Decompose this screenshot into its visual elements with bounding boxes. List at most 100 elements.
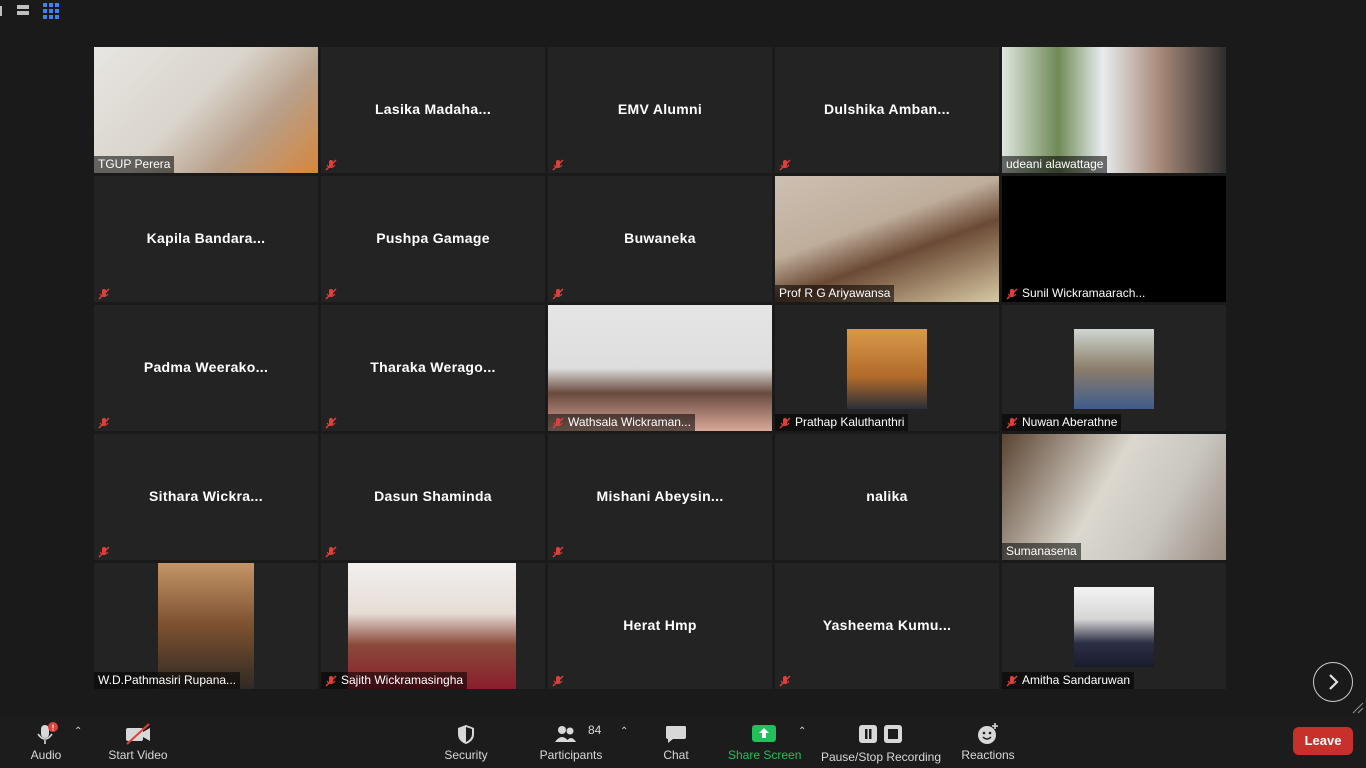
share-screen-label: Share Screen — [728, 748, 802, 762]
participants-count: 84 — [588, 723, 602, 737]
participant-nameplate — [94, 414, 118, 431]
mic-muted-icon — [98, 288, 110, 299]
participant-tile[interactable]: Kapila Bandara... — [94, 176, 318, 302]
participants-options-caret[interactable]: ⌃ — [620, 726, 628, 737]
participant-name-label: Amitha Sandaruwan — [1022, 673, 1131, 687]
participant-name-label: Sumanasena — [1006, 544, 1077, 558]
participant-tile[interactable]: Wathsala Wickraman... — [548, 305, 772, 431]
participant-video — [1002, 434, 1226, 560]
participant-tile[interactable]: Dasun Shaminda — [321, 434, 545, 560]
participant-name-label: udeani alawattage — [1006, 157, 1104, 171]
participant-tile[interactable]: Padma Weerako... — [94, 305, 318, 431]
participant-nameplate — [775, 672, 799, 689]
participant-name-label: Prathap Kaluthanthri — [795, 415, 905, 429]
mic-muted-icon — [552, 546, 564, 557]
gallery-view-icon[interactable] — [43, 3, 59, 19]
participant-display-name: Dulshika Amban... — [824, 101, 950, 117]
participant-name-label: Sajith Wickramasingha — [341, 673, 464, 687]
participant-nameplate: Amitha Sandaruwan — [1002, 672, 1135, 689]
participant-nameplate — [321, 414, 345, 431]
participant-video — [548, 305, 772, 431]
participant-tile[interactable]: Yasheema Kumu... — [775, 563, 999, 689]
mic-muted-icon — [552, 159, 564, 170]
participant-tile[interactable]: W.D.Pathmasiri Rupana... — [94, 563, 318, 689]
participant-tile[interactable]: Dulshika Amban... — [775, 47, 999, 173]
reactions-label: Reactions — [961, 748, 1015, 762]
participant-tile[interactable]: Sajith Wickramasingha — [321, 563, 545, 689]
top-bar — [0, 0, 1366, 24]
resize-handle-icon[interactable] — [1350, 700, 1364, 714]
participant-tile[interactable]: Tharaka Werago... — [321, 305, 545, 431]
participant-nameplate — [548, 285, 572, 302]
mic-muted-icon — [325, 159, 337, 170]
participant-video — [775, 176, 999, 302]
participant-tile[interactable]: Sumanasena — [1002, 434, 1226, 560]
participant-video — [158, 563, 254, 689]
audio-label: Audio — [30, 748, 62, 762]
participant-nameplate — [94, 285, 118, 302]
mic-muted-icon — [325, 675, 337, 686]
audio-options-caret[interactable]: ⌃ — [74, 726, 82, 737]
participant-nameplate — [548, 543, 572, 560]
participant-nameplate — [775, 543, 783, 560]
next-page-button[interactable] — [1313, 662, 1353, 702]
participant-tile[interactable]: Prathap Kaluthanthri — [775, 305, 999, 431]
participant-tile[interactable]: nalika — [775, 434, 999, 560]
recording-label[interactable]: Pause/Stop Recording — [820, 750, 942, 764]
participant-video — [847, 329, 927, 409]
participant-video — [1002, 47, 1226, 173]
mic-muted-icon — [325, 417, 337, 428]
participant-nameplate — [548, 672, 572, 689]
participant-nameplate — [94, 543, 118, 560]
participant-tile[interactable]: Pushpa Gamage — [321, 176, 545, 302]
mic-muted-icon — [1006, 675, 1018, 686]
participant-tile[interactable]: udeani alawattage — [1002, 47, 1226, 173]
participant-tile[interactable]: EMV Alumni — [548, 47, 772, 173]
mic-muted-icon — [779, 159, 791, 170]
participant-nameplate — [321, 543, 345, 560]
view-option-icon[interactable] — [0, 3, 10, 19]
chat-label: Chat — [663, 748, 689, 762]
participant-name-label: Nuwan Aberathne — [1022, 415, 1118, 429]
participant-video — [1074, 587, 1154, 667]
participant-nameplate: Sunil Wickramaarach... — [1002, 285, 1150, 302]
mic-muted-icon — [779, 417, 791, 428]
participant-gallery: TGUP Perera Lasika Madaha... EMV Alumni Dul… — [94, 47, 1226, 690]
participant-display-name: Dasun Shaminda — [374, 488, 492, 504]
mic-muted-icon — [325, 546, 337, 557]
participant-display-name: Mishani Abeysin... — [596, 488, 724, 504]
participant-tile[interactable]: Lasika Madaha... — [321, 47, 545, 173]
participant-tile[interactable]: Sithara Wickra... — [94, 434, 318, 560]
participant-display-name: Padma Weerako... — [143, 359, 269, 375]
meeting-toolbar: ! Audio ⌃ Start Video Security 84 Partic… — [0, 716, 1366, 768]
participant-nameplate — [321, 285, 345, 302]
pause-stop-recording-icons — [859, 725, 902, 743]
security-label: Security — [444, 748, 488, 762]
participant-nameplate: W.D.Pathmasiri Rupana... — [94, 672, 241, 689]
speaker-view-icon[interactable] — [16, 3, 32, 19]
participant-nameplate: Prathap Kaluthanthri — [775, 414, 909, 431]
participant-display-name: Yasheema Kumu... — [822, 617, 952, 633]
mic-muted-icon — [1006, 288, 1018, 299]
mic-muted-icon — [1006, 417, 1018, 428]
mic-muted-icon — [98, 417, 110, 428]
participant-tile[interactable]: Prof R G Ariyawansa — [775, 176, 999, 302]
participant-video — [348, 563, 516, 689]
participant-tile[interactable]: Buwaneka — [548, 176, 772, 302]
participant-name-label: Wathsala Wickraman... — [568, 415, 691, 429]
mic-muted-icon — [779, 675, 791, 686]
participant-nameplate: TGUP Perera — [94, 156, 175, 173]
participant-tile[interactable]: TGUP Perera — [94, 47, 318, 173]
participant-tile[interactable]: Nuwan Aberathne — [1002, 305, 1226, 431]
participant-nameplate: Sajith Wickramasingha — [321, 672, 468, 689]
participant-name-label: Prof R G Ariyawansa — [779, 286, 891, 300]
leave-button[interactable]: Leave — [1293, 727, 1353, 755]
participant-tile[interactable]: Mishani Abeysin... — [548, 434, 772, 560]
participant-video — [1074, 329, 1154, 409]
participant-display-name: Tharaka Werago... — [370, 359, 496, 375]
participant-tile[interactable]: Sunil Wickramaarach... — [1002, 176, 1226, 302]
share-options-caret[interactable]: ⌃ — [798, 726, 806, 737]
participant-tile[interactable]: Herat Hmp — [548, 563, 772, 689]
participant-display-name: Pushpa Gamage — [376, 230, 490, 246]
participant-tile[interactable]: Amitha Sandaruwan — [1002, 563, 1226, 689]
